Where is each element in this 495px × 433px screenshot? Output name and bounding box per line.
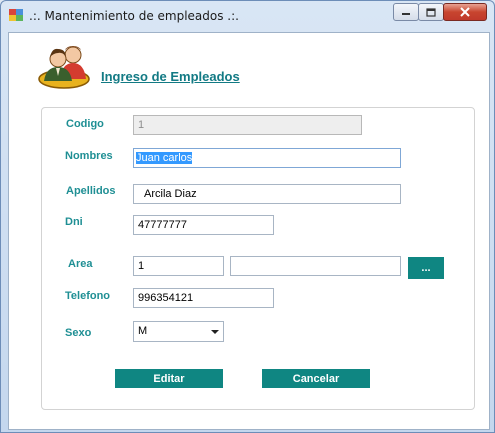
dni-field[interactable]: 47777777 xyxy=(133,215,274,235)
chevron-down-icon[interactable] xyxy=(211,330,219,334)
telefono-field[interactable]: 996354121 xyxy=(133,288,274,308)
apellidos-label: Apellidos xyxy=(66,185,116,197)
close-button[interactable] xyxy=(443,3,487,21)
app-form-icon xyxy=(9,9,23,21)
area-label: Area xyxy=(68,258,93,270)
maximize-button[interactable] xyxy=(418,3,444,21)
area-code-field[interactable]: 1 xyxy=(133,256,224,276)
page-title[interactable]: Ingreso de Empleados xyxy=(101,69,240,84)
cancel-button[interactable]: Cancelar xyxy=(262,369,370,388)
nombres-label: Nombres xyxy=(65,150,113,162)
codigo-label: Codigo xyxy=(66,118,104,130)
sexo-value: M xyxy=(138,325,148,337)
close-icon xyxy=(460,7,470,17)
edit-button[interactable]: Editar xyxy=(115,369,223,388)
apellidos-field[interactable]: Arcila Diaz xyxy=(133,184,401,204)
codigo-field[interactable]: 1 xyxy=(133,115,362,135)
employees-icon xyxy=(38,46,90,89)
window-title: .:. Mantenimiento de empleados .:. xyxy=(29,9,239,23)
minimize-button[interactable] xyxy=(393,3,419,21)
nombres-field[interactable]: Juan carlos xyxy=(133,148,401,168)
nombres-value: Juan carlos xyxy=(136,152,193,164)
area-browse-button[interactable]: ... xyxy=(408,257,444,279)
maximize-icon xyxy=(426,7,436,17)
telefono-label: Telefono xyxy=(65,290,111,302)
sexo-label: Sexo xyxy=(65,327,92,339)
title-bar[interactable]: .:. Mantenimiento de empleados .:. xyxy=(1,1,494,29)
dni-label: Dni xyxy=(65,216,83,228)
area-name-field[interactable] xyxy=(230,256,401,276)
minimize-icon xyxy=(402,13,410,15)
sexo-select[interactable]: M xyxy=(133,321,224,342)
